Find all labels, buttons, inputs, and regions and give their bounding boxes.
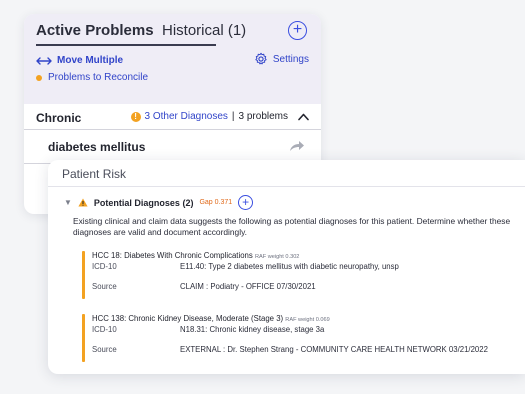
reconcile-label: Problems to Reconcile [48,72,149,83]
problem-count: 3 problems [238,111,288,122]
potential-diagnoses-header[interactable]: ▼ Potential Diagnoses (2) Gap 0.371 + [64,195,254,210]
potential-diagnoses-label: Potential Diagnoses (2) [93,197,194,208]
section-summary: ! 3 Other Diagnoses | 3 problems [130,111,309,122]
hcc-code: HCC 138: [92,314,127,323]
gap-value: Gap 0.371 [199,199,233,206]
warning-icon: ! [130,111,141,122]
diagnosis-item[interactable]: HCC 18: Diabetes With Chronic Complicati… [82,251,522,299]
settings-label: Settings [272,53,309,65]
tab-historical[interactable]: Historical (1) [162,22,246,39]
source-label: Source [92,282,117,291]
diagnosis-title: HCC 18: Diabetes With Chronic Complicati… [92,251,299,260]
warning-triangle-icon [78,198,88,207]
section-label: Chronic [36,111,82,125]
active-tab-indicator [36,44,216,46]
chevron-down-icon[interactable]: ▼ [64,198,72,207]
other-diagnoses-link[interactable]: 3 Other Diagnoses [145,111,228,122]
problems-to-reconcile-link[interactable]: Problems to Reconcile [36,72,148,83]
raf-weight: RAF weight 0.302 [254,254,300,260]
problems-header: Active Problems Historical (1) + Move Mu… [24,14,321,104]
hcc-name: Chronic Kidney Disease, Moderate (Stage … [128,314,284,323]
swap-arrows-icon [36,56,52,65]
move-multiple-label: Move Multiple [57,55,124,66]
hcc-name: Diabetes With Chronic Complications [124,251,253,260]
icd-value: E11.40: Type 2 diabetes mellitus with di… [180,262,399,271]
diagnosis-title: HCC 138: Chronic Kidney Disease, Moderat… [92,314,330,323]
problem-name: diabetes mellitus [48,140,146,154]
divider [48,186,525,187]
gear-icon [255,52,267,65]
hcc-code: HCC 18: [92,251,122,260]
source-value: CLAIM : Podiatry - OFFICE 07/30/2021 [180,282,316,291]
source-value: EXTERNAL : Dr. Stephen Strang - COMMUNIT… [180,345,488,354]
raf-weight: RAF weight 0.069 [285,317,330,323]
diagnosis-accent-bar [82,251,85,299]
icd-value: N18.31: Chronic kidney disease, stage 3a [180,325,325,334]
add-problem-icon[interactable]: + [288,21,307,40]
tab-active-problems[interactable]: Active Problems [36,22,154,39]
icd-label: ICD-10 [92,262,117,271]
source-label: Source [92,345,117,354]
chronic-section-header[interactable]: Chronic ! 3 Other Diagnoses | 3 problems [24,104,321,130]
chevron-up-icon[interactable] [298,113,309,121]
settings-button[interactable]: Settings [254,52,309,66]
diagnosis-accent-bar [82,314,85,362]
reconcile-status-dot [36,74,42,81]
diagnosis-item[interactable]: HCC 138: Chronic Kidney Disease, Moderat… [82,314,522,362]
risk-card-title: Patient Risk [62,167,127,181]
potential-diagnoses-description: Existing clinical and claim data suggest… [73,216,511,237]
icd-label: ICD-10 [92,325,117,334]
separator: | [231,111,235,122]
forward-arrow-icon[interactable] [289,140,305,152]
problem-list-item[interactable]: diabetes mellitus [24,130,321,164]
move-multiple-button[interactable]: Move Multiple [36,55,123,66]
add-diagnosis-icon[interactable]: + [238,195,254,210]
patient-risk-card: Patient Risk ▼ Potential Diagnoses (2) G… [48,160,525,374]
